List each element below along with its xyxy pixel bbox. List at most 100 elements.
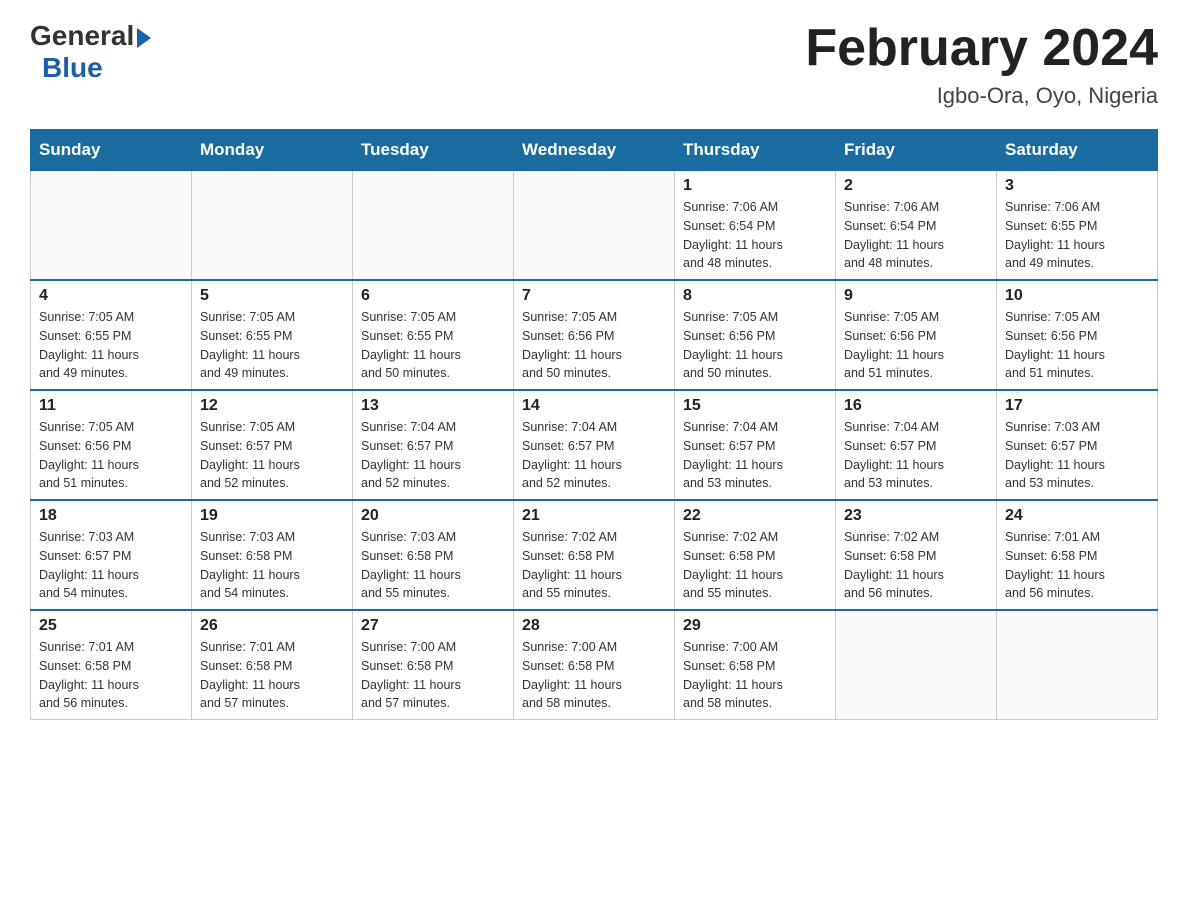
- day-info: Sunrise: 7:03 AMSunset: 6:57 PMDaylight:…: [1005, 418, 1149, 493]
- col-tuesday: Tuesday: [353, 130, 514, 171]
- calendar-week-row: 1Sunrise: 7:06 AMSunset: 6:54 PMDaylight…: [31, 171, 1158, 281]
- day-number: 8: [683, 287, 827, 305]
- day-info: Sunrise: 7:05 AMSunset: 6:56 PMDaylight:…: [844, 308, 988, 383]
- day-number: 20: [361, 507, 505, 525]
- calendar-week-row: 4Sunrise: 7:05 AMSunset: 6:55 PMDaylight…: [31, 280, 1158, 390]
- day-info: Sunrise: 7:04 AMSunset: 6:57 PMDaylight:…: [361, 418, 505, 493]
- day-info: Sunrise: 7:05 AMSunset: 6:56 PMDaylight:…: [1005, 308, 1149, 383]
- calendar-body: 1Sunrise: 7:06 AMSunset: 6:54 PMDaylight…: [31, 171, 1158, 720]
- day-number: 6: [361, 287, 505, 305]
- day-number: 28: [522, 617, 666, 635]
- table-cell: 5Sunrise: 7:05 AMSunset: 6:55 PMDaylight…: [192, 280, 353, 390]
- location-text: Igbo-Ora, Oyo, Nigeria: [805, 83, 1158, 109]
- calendar-week-row: 25 Sunrise: 7:01 AMSunset: 6:58 PMDayligh…: [31, 610, 1158, 720]
- calendar-table: Sunday Monday Tuesday Wednesday Thursday…: [30, 129, 1158, 720]
- table-cell: 13 Sunrise: 7:04 AMSunset: 6:57 PMDayligh…: [353, 390, 514, 500]
- day-info: Sunrise: 7:02 AMSunset: 6:58 PMDaylight:…: [683, 528, 827, 603]
- day-number: 27: [361, 617, 505, 635]
- calendar-week-row: 18 Sunrise: 7:03 AMSunset: 6:57 PMDayligh…: [31, 500, 1158, 610]
- day-number: 9: [844, 287, 988, 305]
- table-cell: 4Sunrise: 7:05 AMSunset: 6:55 PMDaylight…: [31, 280, 192, 390]
- day-info: Sunrise: 7:02 AMSunset: 6:58 PMDaylight:…: [844, 528, 988, 603]
- logo-arrow-icon: [137, 28, 151, 48]
- col-monday: Monday: [192, 130, 353, 171]
- day-info: Sunrise: 7:04 AMSunset: 6:57 PMDaylight:…: [522, 418, 666, 493]
- table-cell: 8 Sunrise: 7:05 AMSunset: 6:56 PMDaylight…: [675, 280, 836, 390]
- day-info: Sunrise: 7:00 AMSunset: 6:58 PMDaylight:…: [683, 638, 827, 713]
- logo-general-text: General: [30, 20, 134, 52]
- table-cell: 25 Sunrise: 7:01 AMSunset: 6:58 PMDayligh…: [31, 610, 192, 720]
- day-number: 21: [522, 507, 666, 525]
- day-info: Sunrise: 7:05 AMSunset: 6:56 PMDaylight:…: [39, 418, 183, 493]
- col-friday: Friday: [836, 130, 997, 171]
- table-cell: [192, 171, 353, 281]
- day-info: Sunrise: 7:04 AMSunset: 6:57 PMDaylight:…: [844, 418, 988, 493]
- table-cell: 17 Sunrise: 7:03 AMSunset: 6:57 PMDayligh…: [997, 390, 1158, 500]
- day-number: 24: [1005, 507, 1149, 525]
- table-cell: 18 Sunrise: 7:03 AMSunset: 6:57 PMDayligh…: [31, 500, 192, 610]
- table-cell: 3 Sunrise: 7:06 AMSunset: 6:55 PMDaylight…: [997, 171, 1158, 281]
- day-number: 22: [683, 507, 827, 525]
- table-cell: 22 Sunrise: 7:02 AMSunset: 6:58 PMDayligh…: [675, 500, 836, 610]
- table-cell: 15 Sunrise: 7:04 AMSunset: 6:57 PMDayligh…: [675, 390, 836, 500]
- day-info: Sunrise: 7:05 AMSunset: 6:56 PMDaylight:…: [683, 308, 827, 383]
- day-number: 18: [39, 507, 183, 525]
- day-info: Sunrise: 7:06 AMSunset: 6:54 PMDaylight:…: [844, 198, 988, 273]
- day-info: Sunrise: 7:01 AMSunset: 6:58 PMDaylight:…: [1005, 528, 1149, 603]
- day-info: Sunrise: 7:06 AMSunset: 6:55 PMDaylight:…: [1005, 198, 1149, 273]
- day-number: 15: [683, 397, 827, 415]
- table-cell: 2 Sunrise: 7:06 AMSunset: 6:54 PMDaylight…: [836, 171, 997, 281]
- day-info: Sunrise: 7:06 AMSunset: 6:54 PMDaylight:…: [683, 198, 827, 273]
- table-cell: 27 Sunrise: 7:00 AMSunset: 6:58 PMDayligh…: [353, 610, 514, 720]
- table-cell: 19Sunrise: 7:03 AMSunset: 6:58 PMDayligh…: [192, 500, 353, 610]
- day-number: 14: [522, 397, 666, 415]
- table-cell: [353, 171, 514, 281]
- day-number: 29: [683, 617, 827, 635]
- day-info: Sunrise: 7:05 AMSunset: 6:57 PMDaylight:…: [200, 418, 344, 493]
- day-number: 19: [200, 507, 344, 525]
- month-title: February 2024: [805, 20, 1158, 77]
- col-saturday: Saturday: [997, 130, 1158, 171]
- table-cell: 1Sunrise: 7:06 AMSunset: 6:54 PMDaylight…: [675, 171, 836, 281]
- day-info: Sunrise: 7:04 AMSunset: 6:57 PMDaylight:…: [683, 418, 827, 493]
- day-number: 7: [522, 287, 666, 305]
- header-row: Sunday Monday Tuesday Wednesday Thursday…: [31, 130, 1158, 171]
- day-info: Sunrise: 7:00 AMSunset: 6:58 PMDaylight:…: [361, 638, 505, 713]
- table-cell: 9 Sunrise: 7:05 AMSunset: 6:56 PMDaylight…: [836, 280, 997, 390]
- table-cell: 28 Sunrise: 7:00 AMSunset: 6:58 PMDayligh…: [514, 610, 675, 720]
- logo-blue-text: Blue: [42, 52, 103, 83]
- col-wednesday: Wednesday: [514, 130, 675, 171]
- day-number: 2: [844, 177, 988, 195]
- table-cell: [836, 610, 997, 720]
- day-info: Sunrise: 7:00 AMSunset: 6:58 PMDaylight:…: [522, 638, 666, 713]
- day-number: 17: [1005, 397, 1149, 415]
- day-info: Sunrise: 7:03 AMSunset: 6:57 PMDaylight:…: [39, 528, 183, 603]
- day-number: 5: [200, 287, 344, 305]
- day-info: Sunrise: 7:05 AMSunset: 6:56 PMDaylight:…: [522, 308, 666, 383]
- table-cell: [514, 171, 675, 281]
- table-cell: 10 Sunrise: 7:05 AMSunset: 6:56 PMDayligh…: [997, 280, 1158, 390]
- day-info: Sunrise: 7:01 AMSunset: 6:58 PMDaylight:…: [39, 638, 183, 713]
- day-number: 13: [361, 397, 505, 415]
- day-info: Sunrise: 7:05 AMSunset: 6:55 PMDaylight:…: [39, 308, 183, 383]
- table-cell: [31, 171, 192, 281]
- day-number: 23: [844, 507, 988, 525]
- col-thursday: Thursday: [675, 130, 836, 171]
- day-info: Sunrise: 7:01 AMSunset: 6:58 PMDaylight:…: [200, 638, 344, 713]
- day-number: 10: [1005, 287, 1149, 305]
- day-info: Sunrise: 7:02 AMSunset: 6:58 PMDaylight:…: [522, 528, 666, 603]
- col-sunday: Sunday: [31, 130, 192, 171]
- table-cell: 11 Sunrise: 7:05 AMSunset: 6:56 PMDayligh…: [31, 390, 192, 500]
- table-cell: 6Sunrise: 7:05 AMSunset: 6:55 PMDaylight…: [353, 280, 514, 390]
- title-section: February 2024 Igbo-Ora, Oyo, Nigeria: [805, 20, 1158, 109]
- table-cell: [997, 610, 1158, 720]
- day-number: 25: [39, 617, 183, 635]
- day-number: 3: [1005, 177, 1149, 195]
- table-cell: 14 Sunrise: 7:04 AMSunset: 6:57 PMDayligh…: [514, 390, 675, 500]
- logo: General Blue: [30, 20, 151, 84]
- page-header: General Blue February 2024 Igbo-Ora, Oyo…: [30, 20, 1158, 109]
- day-number: 12: [200, 397, 344, 415]
- table-cell: 16Sunrise: 7:04 AMSunset: 6:57 PMDayligh…: [836, 390, 997, 500]
- day-number: 11: [39, 397, 183, 415]
- day-number: 26: [200, 617, 344, 635]
